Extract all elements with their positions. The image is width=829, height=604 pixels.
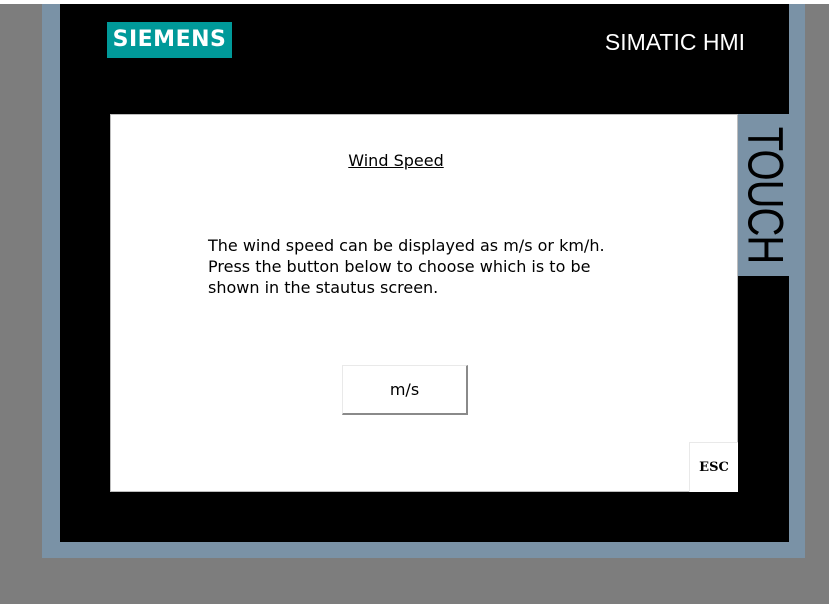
siemens-logo: SIEMENS [107, 22, 232, 58]
touch-label: TOUCH [738, 126, 789, 264]
description-line: shown in the stautus screen. [208, 278, 439, 297]
esc-button[interactable]: ESC [689, 442, 738, 492]
hmi-panel-view: SIEMENS SIMATIC HMI TOUCH Wind Speed The… [0, 0, 829, 604]
hmi-screen: Wind Speed The wind speed can be display… [110, 114, 738, 492]
screen-title: Wind Speed [348, 151, 444, 170]
description-text: The wind speed can be displayed as m/s o… [208, 235, 708, 298]
wind-unit-toggle-button[interactable]: m/s [342, 365, 468, 415]
product-name: SIMATIC HMI [604, 29, 745, 55]
description-line: Press the button below to choose which i… [208, 257, 591, 276]
description-line: The wind speed can be displayed as m/s o… [208, 236, 605, 255]
touch-label-strip: TOUCH [738, 114, 789, 276]
